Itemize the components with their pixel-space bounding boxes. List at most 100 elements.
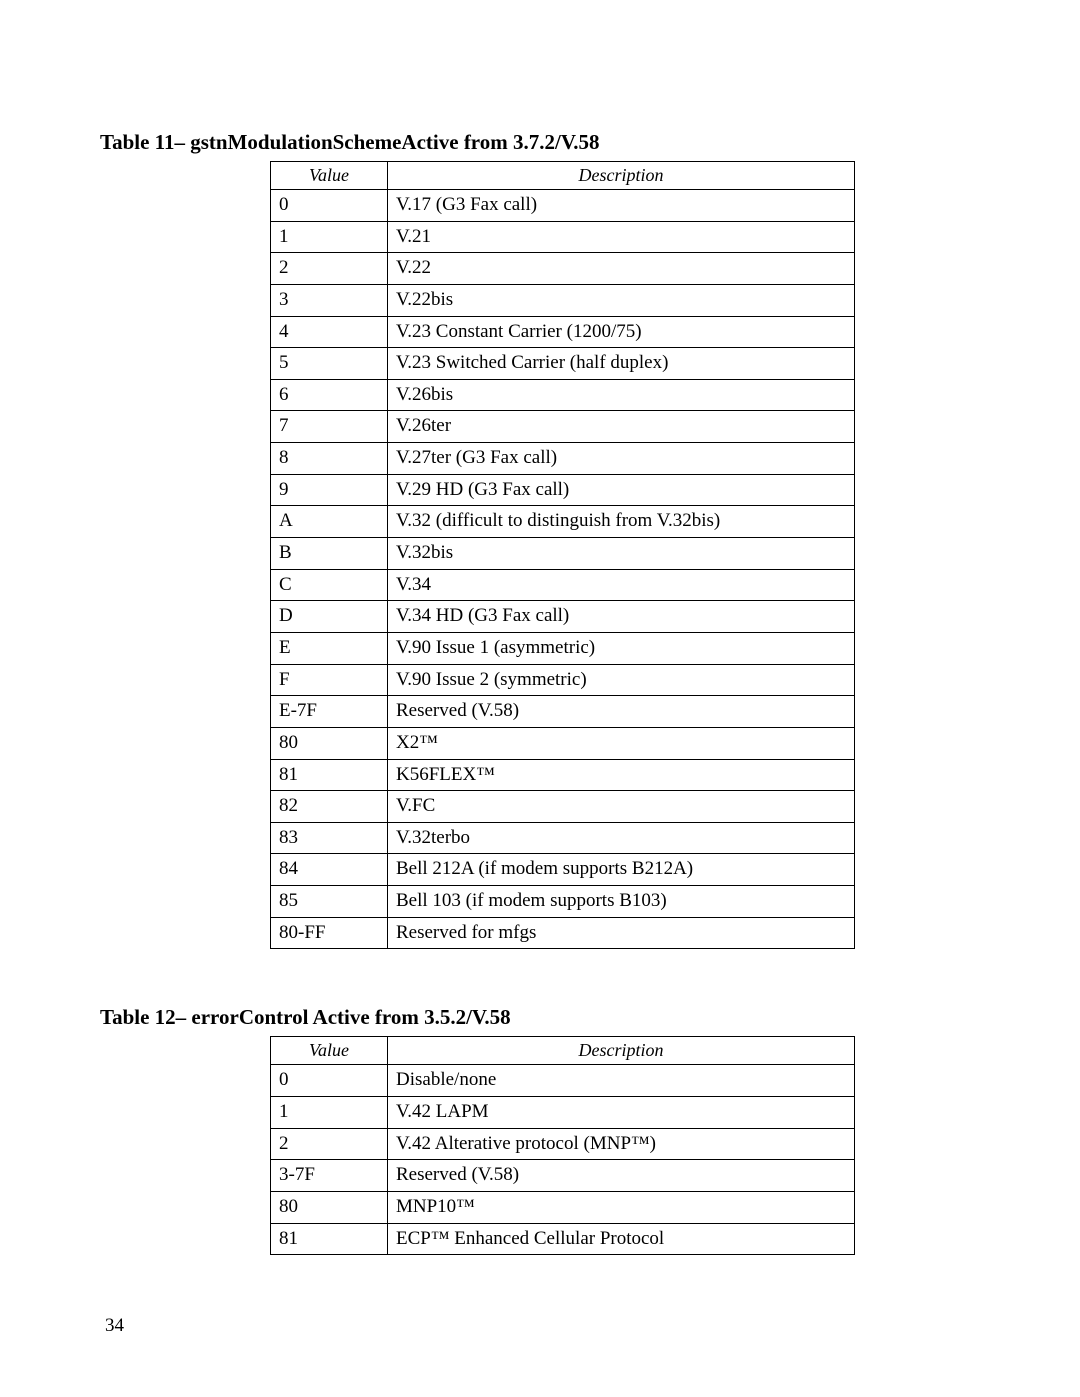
cell-value: E-7F <box>271 696 388 728</box>
cell-description: V.22 <box>388 253 855 285</box>
cell-value: B <box>271 538 388 570</box>
table-row: E-7FReserved (V.58) <box>271 696 855 728</box>
table-row: 80MNP10™ <box>271 1191 855 1223</box>
table-row: 82V.FC <box>271 791 855 823</box>
table-12-body: 0Disable/none1V.42 LAPM2V.42 Alterative … <box>271 1065 855 1255</box>
cell-value: 83 <box>271 822 388 854</box>
col-header-description: Description <box>388 162 855 190</box>
cell-description: V.34 HD (G3 Fax call) <box>388 601 855 633</box>
cell-value: A <box>271 506 388 538</box>
table-header-row: Value Description <box>271 162 855 190</box>
cell-description: V.32terbo <box>388 822 855 854</box>
cell-value: 84 <box>271 854 388 886</box>
cell-description: V.23 Switched Carrier (half duplex) <box>388 348 855 380</box>
table-row: AV.32 (difficult to distinguish from V.3… <box>271 506 855 538</box>
cell-description: Reserved (V.58) <box>388 1160 855 1192</box>
table-row: 85Bell 103 (if modem supports B103) <box>271 886 855 918</box>
table-row: 1V.21 <box>271 221 855 253</box>
table-row: 3V.22bis <box>271 284 855 316</box>
cell-value: E <box>271 632 388 664</box>
table-12: Value Description 0Disable/none1V.42 LAP… <box>270 1036 855 1255</box>
cell-description: V.32bis <box>388 538 855 570</box>
cell-description: V.90 Issue 1 (asymmetric) <box>388 632 855 664</box>
cell-description: V.26ter <box>388 411 855 443</box>
table-row: CV.34 <box>271 569 855 601</box>
table-row: BV.32bis <box>271 538 855 570</box>
cell-description: ECP™ Enhanced Cellular Protocol <box>388 1223 855 1255</box>
table-row: 80X2™ <box>271 727 855 759</box>
cell-value: D <box>271 601 388 633</box>
cell-description: Bell 212A (if modem supports B212A) <box>388 854 855 886</box>
cell-value: 80-FF <box>271 917 388 949</box>
cell-description: V.27ter (G3 Fax call) <box>388 443 855 475</box>
cell-description: V.32 (difficult to distinguish from V.32… <box>388 506 855 538</box>
table-row: 81ECP™ Enhanced Cellular Protocol <box>271 1223 855 1255</box>
table-row: 0V.17 (G3 Fax call) <box>271 190 855 222</box>
cell-value: C <box>271 569 388 601</box>
table-row: 83V.32terbo <box>271 822 855 854</box>
cell-description: MNP10™ <box>388 1191 855 1223</box>
cell-description: Bell 103 (if modem supports B103) <box>388 886 855 918</box>
cell-value: 6 <box>271 379 388 411</box>
cell-description: V.22bis <box>388 284 855 316</box>
table-row: 8V.27ter (G3 Fax call) <box>271 443 855 475</box>
cell-description: V.42 LAPM <box>388 1097 855 1129</box>
cell-description: K56FLEX™ <box>388 759 855 791</box>
cell-value: 81 <box>271 759 388 791</box>
table-row: 84Bell 212A (if modem supports B212A) <box>271 854 855 886</box>
cell-value: 1 <box>271 1097 388 1129</box>
table-row: 1V.42 LAPM <box>271 1097 855 1129</box>
table-row: EV.90 Issue 1 (asymmetric) <box>271 632 855 664</box>
cell-value: 8 <box>271 443 388 475</box>
table-row: 2V.22 <box>271 253 855 285</box>
page: Table 11– gstnModulationSchemeActive fro… <box>0 0 1080 1397</box>
table-row: 81K56FLEX™ <box>271 759 855 791</box>
cell-description: V.23 Constant Carrier (1200/75) <box>388 316 855 348</box>
table-11-body: 0V.17 (G3 Fax call)1V.212V.223V.22bis4V.… <box>271 190 855 949</box>
cell-description: X2™ <box>388 727 855 759</box>
cell-value: 82 <box>271 791 388 823</box>
table-12-title: Table 12– errorControl Active from 3.5.2… <box>100 1005 975 1030</box>
cell-value: F <box>271 664 388 696</box>
cell-value: 3-7F <box>271 1160 388 1192</box>
cell-value: 0 <box>271 190 388 222</box>
cell-description: V.29 HD (G3 Fax call) <box>388 474 855 506</box>
cell-description: V.90 Issue 2 (symmetric) <box>388 664 855 696</box>
cell-value: 80 <box>271 727 388 759</box>
cell-description: V.17 (G3 Fax call) <box>388 190 855 222</box>
cell-value: 1 <box>271 221 388 253</box>
cell-description: V.21 <box>388 221 855 253</box>
cell-value: 2 <box>271 1128 388 1160</box>
cell-value: 5 <box>271 348 388 380</box>
col-header-description: Description <box>388 1037 855 1065</box>
table-row: 3-7FReserved (V.58) <box>271 1160 855 1192</box>
table-row: 4V.23 Constant Carrier (1200/75) <box>271 316 855 348</box>
table-row: 7V.26ter <box>271 411 855 443</box>
cell-description: V.FC <box>388 791 855 823</box>
cell-value: 7 <box>271 411 388 443</box>
cell-value: 0 <box>271 1065 388 1097</box>
table-row: FV.90 Issue 2 (symmetric) <box>271 664 855 696</box>
table-row: 2V.42 Alterative protocol (MNP™) <box>271 1128 855 1160</box>
table-row: 9V.29 HD (G3 Fax call) <box>271 474 855 506</box>
cell-value: 2 <box>271 253 388 285</box>
cell-value: 4 <box>271 316 388 348</box>
cell-description: Disable/none <box>388 1065 855 1097</box>
cell-description: V.26bis <box>388 379 855 411</box>
table-11: Value Description 0V.17 (G3 Fax call)1V.… <box>270 161 855 949</box>
cell-value: 9 <box>271 474 388 506</box>
col-header-value: Value <box>271 1037 388 1065</box>
cell-value: 85 <box>271 886 388 918</box>
table-11-title: Table 11– gstnModulationSchemeActive fro… <box>100 130 975 155</box>
cell-value: 3 <box>271 284 388 316</box>
cell-description: V.42 Alterative protocol (MNP™) <box>388 1128 855 1160</box>
cell-description: V.34 <box>388 569 855 601</box>
table-header-row: Value Description <box>271 1037 855 1065</box>
cell-value: 80 <box>271 1191 388 1223</box>
cell-description: Reserved (V.58) <box>388 696 855 728</box>
table-row: 5V.23 Switched Carrier (half duplex) <box>271 348 855 380</box>
cell-description: Reserved for mfgs <box>388 917 855 949</box>
page-number: 34 <box>105 1315 124 1337</box>
table-row: 80-FFReserved for mfgs <box>271 917 855 949</box>
cell-value: 81 <box>271 1223 388 1255</box>
